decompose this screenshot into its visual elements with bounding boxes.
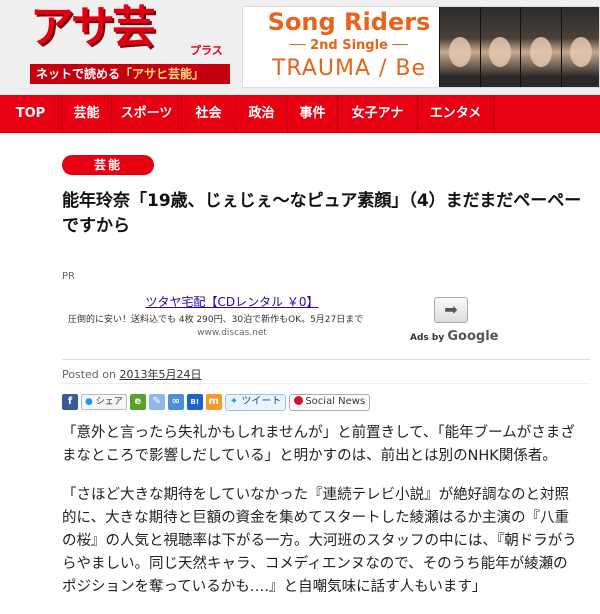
share-dot-icon: ●: [85, 397, 93, 407]
share-label: シェア: [95, 397, 123, 407]
mixi-icon[interactable]: m: [205, 394, 222, 410]
banner-face: [520, 7, 561, 87]
facebook-icon[interactable]: f: [62, 394, 78, 410]
banner-face: [479, 7, 520, 87]
posted-date[interactable]: 2013年5月24日: [119, 368, 201, 381]
nav-item-shakai[interactable]: 社会: [182, 95, 236, 133]
ad-banner[interactable]: Song Riders ── 2nd Single ── TRAUMA / Be: [242, 6, 600, 88]
ads-by-label: Ads by: [410, 333, 445, 343]
hatena-bookmark-icon[interactable]: B!: [186, 394, 203, 410]
link-icon[interactable]: ∞: [167, 394, 184, 410]
banner-face: [560, 7, 599, 87]
article-title: 能年玲奈「19歳、じぇじぇ〜なピュア素顔」（4）まだまだペーペーですから: [62, 191, 582, 236]
banner-text: Song Riders ── 2nd Single ── TRAUMA / Be: [249, 7, 449, 83]
arrow-right-icon: ➡: [444, 300, 458, 319]
social-news-button[interactable]: Social News: [289, 393, 371, 411]
bookmark-icon[interactable]: ✎: [148, 394, 165, 410]
ad-url[interactable]: www.discas.net: [62, 328, 402, 338]
ad-description: 圧倒的に安い！送料込でも 4枚 290円、30泊で新作もOK。5月27日まで: [68, 315, 364, 325]
twitter-icon: ✦: [229, 395, 239, 407]
banner-release: TRAUMA / Be: [271, 56, 427, 81]
article-paragraph: 「さほど大きな期待をしていなかった『連続テレビ小説』が絶好調なのと対照的に、大き…: [62, 487, 577, 595]
posted-label: Posted on: [62, 368, 116, 381]
posted-on: Posted on 2013年5月24日: [62, 366, 201, 382]
ad-link[interactable]: ツタヤ宅配【CDレンタル ￥0】: [62, 293, 402, 310]
site-header: アサ芸 プラス ネットで読める「アサヒ芸能」 Song Riders ── 2n…: [0, 0, 600, 95]
banner-subtitle: ── 2nd Single ──: [289, 38, 409, 53]
banner-face: [439, 7, 480, 87]
pr-label: PR: [62, 271, 75, 282]
nav-item-sports[interactable]: スポーツ: [112, 95, 182, 133]
nav-item-top[interactable]: TOP: [0, 95, 62, 133]
logo-wordmark: アサ芸: [30, 2, 156, 53]
tweet-button[interactable]: ✦ ツイート: [224, 393, 287, 411]
ad-arrow-button[interactable]: ➡: [434, 297, 468, 323]
nav-item-geinou[interactable]: 芸能: [62, 95, 112, 133]
nav-item-joshiana[interactable]: 女子アナ: [338, 95, 418, 133]
social-news-label: Social News: [305, 395, 366, 407]
logo-plus: プラス: [190, 44, 223, 57]
evernote-icon[interactable]: e: [129, 394, 146, 410]
logo-tagline-prefix: ネットで読める: [36, 67, 121, 81]
share-button[interactable]: ● シェア: [81, 394, 127, 410]
banner-photo: [439, 7, 599, 87]
article-body: 「意外と言ったら失礼かもしれませんが」と前置きして、「能年ブームがさまざまなとこ…: [62, 422, 582, 614]
tweet-label: ツイート: [241, 395, 282, 407]
nav-item-entame[interactable]: エンタメ: [418, 95, 494, 133]
divider: [62, 359, 590, 360]
site-logo[interactable]: アサ芸 プラス ネットで読める「アサヒ芸能」: [30, 0, 240, 90]
social-news-icon: [294, 395, 304, 405]
banner-title: Song Riders: [267, 8, 431, 36]
article-paragraph: 「意外と言ったら失礼かもしれませんが」と前置きして、「能年ブームがさまざまなとこ…: [62, 425, 575, 464]
ads-by-google[interactable]: Ads by Google: [410, 329, 498, 344]
category-badge[interactable]: 芸能: [62, 155, 154, 175]
share-bar: f ● シェア e ✎ ∞ B! m ✦ ツイート Social News: [62, 392, 371, 412]
logo-tagline: ネットで読める「アサヒ芸能」: [30, 64, 230, 84]
logo-tagline-em: 「アサヒ芸能」: [120, 67, 205, 81]
google-logo: Google: [447, 329, 499, 344]
main-nav: TOP 芸能 スポーツ 社会 政治 事件 女子アナ エンタメ: [0, 95, 600, 133]
nav-item-jiken[interactable]: 事件: [288, 95, 338, 133]
divider: [62, 383, 590, 384]
nav-item-seiji[interactable]: 政治: [236, 95, 288, 133]
